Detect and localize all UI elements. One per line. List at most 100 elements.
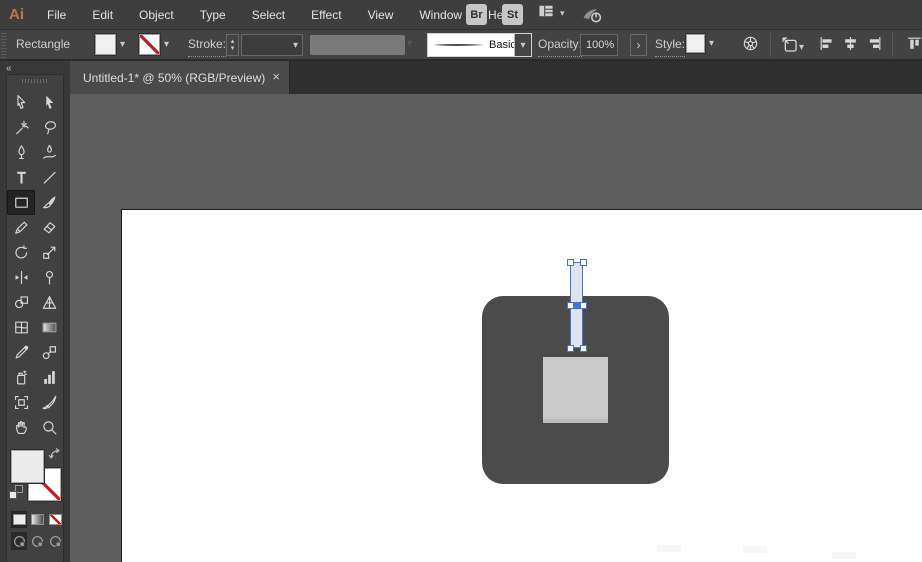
tool-shape-builder[interactable] xyxy=(7,290,35,315)
stroke-width-stepper[interactable]: ▴ ▾ xyxy=(226,34,239,56)
opacity-expand-button[interactable]: › xyxy=(630,34,647,56)
menu-object[interactable]: Object xyxy=(126,0,187,30)
stepper-up-icon[interactable]: ▴ xyxy=(231,38,235,45)
touch-workspace-icon[interactable] xyxy=(582,6,604,30)
tools-panel xyxy=(6,74,64,562)
selection-handle-top-right[interactable] xyxy=(580,259,587,266)
chevron-down-icon: ▾ xyxy=(164,39,170,50)
fill-color-combo[interactable]: ▾ xyxy=(95,34,125,55)
illustrator-logo: Ai xyxy=(9,6,24,23)
align-left-icon[interactable] xyxy=(818,35,835,57)
tool-perspective-grid[interactable] xyxy=(35,290,63,315)
close-tab-icon[interactable]: × xyxy=(272,69,280,84)
tool-width[interactable] xyxy=(7,265,35,290)
artwork-gray-square[interactable] xyxy=(543,357,608,423)
tool-selection[interactable] xyxy=(7,90,35,115)
tool-puppet-warp[interactable] xyxy=(35,265,63,290)
opacity-input[interactable]: 100% xyxy=(580,34,618,56)
menu-effect[interactable]: Effect xyxy=(298,0,354,30)
tools-panel-grip[interactable] xyxy=(22,79,48,83)
tool-mesh[interactable] xyxy=(7,315,35,340)
menu-bar: Ai File Edit Object Type Select Effect View Win… xyxy=(0,0,922,30)
tool-curvature-pen[interactable] xyxy=(35,140,63,165)
selection-handle-mid-right[interactable] xyxy=(580,302,587,309)
none-fill-swatch xyxy=(48,514,62,525)
gradient-fill-swatch xyxy=(30,514,44,525)
tool-zoom[interactable] xyxy=(35,415,63,440)
tool-eraser[interactable] xyxy=(35,215,63,240)
tool-paintbrush[interactable] xyxy=(35,190,63,215)
chevron-down-icon: ▾ xyxy=(799,41,805,53)
brush-definition-combo[interactable]: Basic ▾ xyxy=(428,34,531,56)
stock-button[interactable]: St xyxy=(502,4,523,25)
draw-inside-button[interactable] xyxy=(47,532,63,550)
default-fill-stroke-icon[interactable] xyxy=(9,485,23,499)
menu-select[interactable]: Select xyxy=(239,0,298,30)
gradient-fill-button[interactable] xyxy=(29,511,45,528)
style-combo[interactable]: ▾ xyxy=(686,34,714,53)
drawing-mode-buttons xyxy=(7,532,63,550)
workspace-switcher-button[interactable]: ▾ xyxy=(537,4,565,23)
selection-handle-top-left[interactable] xyxy=(567,259,574,266)
none-fill-button[interactable] xyxy=(47,511,63,528)
graphic-style-link[interactable]: Style: xyxy=(655,33,686,57)
tool-hand[interactable] xyxy=(7,415,35,440)
stroke-panel-link[interactable]: Stroke: xyxy=(188,33,227,57)
style-swatch[interactable] xyxy=(686,34,705,53)
tool-slice[interactable] xyxy=(35,390,63,415)
menu-view[interactable]: View xyxy=(355,0,407,30)
menu-edit[interactable]: Edit xyxy=(79,0,126,30)
fill-color-swatch[interactable] xyxy=(95,34,116,55)
brush-dropdown-button[interactable]: ▾ xyxy=(514,34,531,56)
menu-window[interactable]: Window xyxy=(406,0,475,30)
opacity-panel-link[interactable]: Opacity: xyxy=(538,33,583,57)
tool-blend[interactable] xyxy=(35,340,63,365)
menu-file[interactable]: File xyxy=(34,0,79,30)
faint-artwork-fragment xyxy=(657,545,681,552)
canvas-pasteboard xyxy=(70,94,922,562)
tool-scale[interactable] xyxy=(35,240,63,265)
menu-type[interactable]: Type xyxy=(187,0,239,30)
selection-handle-bottom-right[interactable] xyxy=(580,345,587,352)
recolor-artwork-icon[interactable] xyxy=(742,35,759,57)
tool-shaper[interactable] xyxy=(7,215,35,240)
draw-behind-button[interactable] xyxy=(29,532,45,550)
variable-width-profile-dropdown[interactable] xyxy=(310,35,405,55)
align-right-icon[interactable] xyxy=(866,35,883,57)
tool-column-graph[interactable] xyxy=(35,365,63,390)
stroke-width-dropdown[interactable]: ▾ xyxy=(241,34,303,56)
fill-proxy-swatch[interactable] xyxy=(11,450,44,483)
align-center-icon[interactable] xyxy=(842,35,859,57)
document-tab[interactable]: Untitled-1* @ 50% (RGB/Preview) × xyxy=(70,61,290,94)
stroke-color-combo[interactable]: ▾ xyxy=(139,34,169,55)
align-top-icon[interactable] xyxy=(906,35,922,57)
brush-definition-preview[interactable]: Basic xyxy=(428,34,516,56)
tool-pen[interactable] xyxy=(7,140,35,165)
isolate-selected-object-button[interactable]: ▾ xyxy=(780,35,804,59)
stepper-down-icon[interactable]: ▾ xyxy=(231,45,235,52)
draw-normal-button[interactable] xyxy=(11,532,27,550)
tool-artboard[interactable] xyxy=(7,390,35,415)
tool-direct-selection[interactable] xyxy=(35,90,63,115)
tool-type[interactable] xyxy=(7,165,35,190)
tool-eyedropper[interactable] xyxy=(7,340,35,365)
color-fill-button[interactable] xyxy=(11,511,27,528)
control-bar: Rectangle ▾ ▾ Stroke: ▴ ▾ ▾ ▾ Basic ▾ Op… xyxy=(0,30,922,61)
stroke-color-swatch-none[interactable] xyxy=(139,34,160,55)
control-bar-grip[interactable] xyxy=(1,33,6,58)
tool-magic-wand[interactable] xyxy=(7,115,35,140)
bridge-button[interactable]: Br xyxy=(466,4,487,25)
tool-symbol-sprayer[interactable] xyxy=(7,365,35,390)
tool-line-segment[interactable] xyxy=(35,165,63,190)
tool-rotate[interactable] xyxy=(7,240,35,265)
tool-lasso[interactable] xyxy=(35,115,63,140)
selection-handle-bottom-left[interactable] xyxy=(567,345,574,352)
collapse-panel-button[interactable]: « xyxy=(6,63,11,74)
chevron-down-icon: ▾ xyxy=(709,38,715,49)
selection-center-point[interactable] xyxy=(573,302,580,309)
default-fill-mini xyxy=(9,491,17,499)
tool-rectangle[interactable] xyxy=(7,190,35,215)
chevron-down-icon: ▾ xyxy=(560,8,565,18)
tool-gradient[interactable] xyxy=(35,315,63,340)
swap-fill-stroke-icon[interactable] xyxy=(48,447,62,466)
